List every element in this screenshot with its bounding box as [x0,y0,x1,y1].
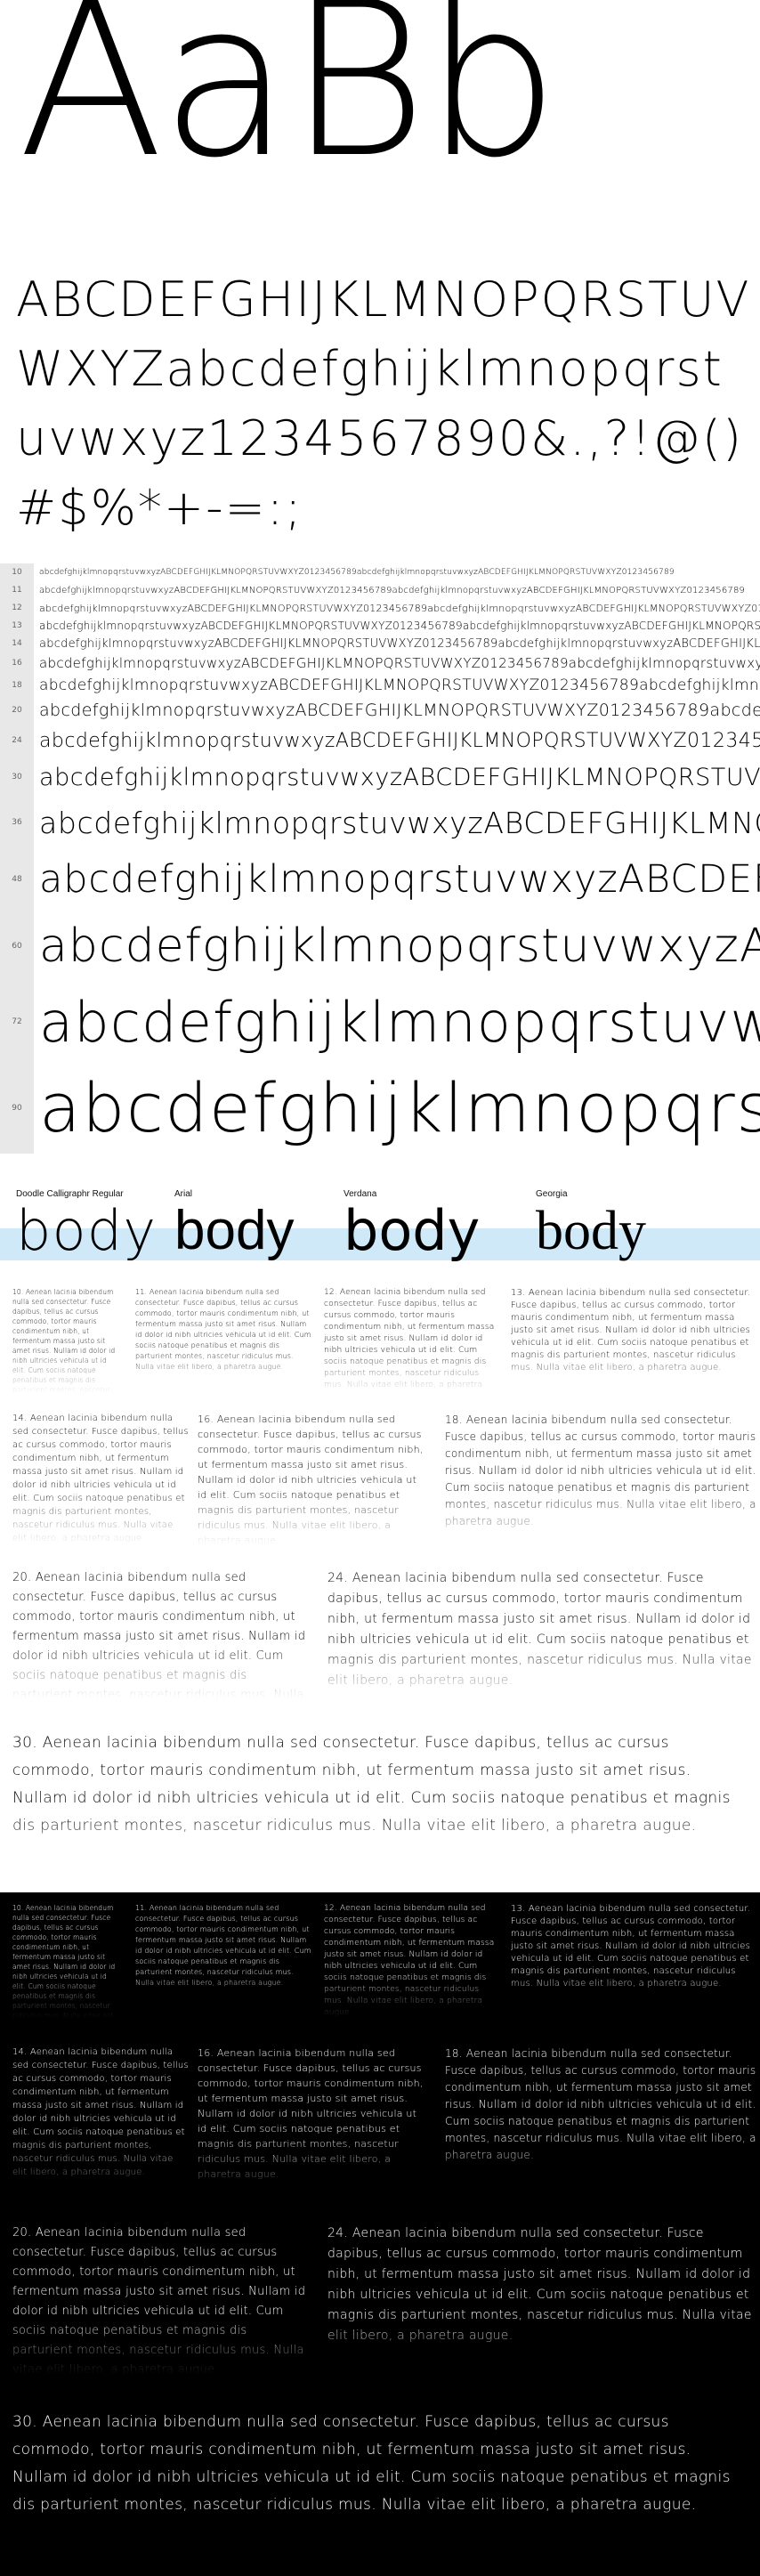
waterfall-row: 30 abcdefghijklmnopqrstuvwxyzABCDEFGHIJKL… [0,757,760,797]
waterfall-size-label: 16 [0,652,34,674]
specimen-dark: 10. Aenean lacinia bibendum nulla sed co… [0,1892,760,2576]
specimen-paragraph: 13. Aenean lacinia bibendum nulla sed co… [511,1287,751,1394]
specimen-paragraph: 11. Aenean lacinia bibendum nulla sed co… [135,1903,313,2019]
specimen-paragraph: 24. Aenean lacinia bibendum nulla sed co… [327,2224,755,2375]
specimen-paragraph: 24. Aenean lacinia bibendum nulla sed co… [327,1568,755,1698]
compare-word-arial: body [174,1200,295,1261]
waterfall-row: 60abcdefghijklmnopqrstuvwxyzABCDEFGHIJKL… [0,911,760,982]
waterfall-row: 24 abcdefghijklmnopqrstuvwxyzABCDEFGHIJKL… [0,724,760,757]
waterfall-row: 16 abcdefghijklmnopqrstuvwxyzABCDEFGHIJKL… [0,652,760,674]
waterfall-size-label: 10 [0,563,34,581]
waterfall-size-label: 36 [0,797,34,848]
waterfall-sample: abcdefghijklmnopqrstuvwxyzABCDEFGHIJKLMN… [39,585,746,595]
waterfall-row: 10 abcdefghijklmnopqrstuvwxyzABCDEFGHIJKL… [0,563,760,581]
waterfall-size-label: 24 [0,724,34,757]
compare-label-arial: Arial [174,1189,193,1199]
specimen-paragraph: 14. Aenean lacinia bibendum nulla sed co… [12,1412,190,1545]
waterfall-sample: abcdefghijklmnopqrstuvwxyzABCDEFGHIJKLMN… [39,676,760,694]
waterfall-sample: abcdefghijklmnopqrstuvwxyzABCDEFGHIJKLMN… [39,701,760,720]
compare-word-georgia: body [536,1201,646,1261]
specimen-paragraph: 20. Aenean lacinia bibendum nulla sed co… [12,1568,306,1698]
waterfall-row: 14 abcdefghijklmnopqrstuvwxyzABCDEFGHIJKL… [0,635,760,652]
specimen-paragraph: 10. Aenean lacinia bibendum nulla sed co… [12,1903,119,2019]
font-specimen-page: AaBb ABCDEFGHIJKLMNOPQRSTUVWXYZabcdefghi… [0,0,760,2576]
specimen-paragraph: 16. Aenean lacinia bibendum nulla sed co… [198,1412,429,1545]
waterfall-sample: abcdefghijklmnopqrstuvwxyzABCDEFGHIJKLMN… [39,989,760,1055]
size-waterfall: 10 abcdefghijklmnopqrstuvwxyzABCDEFGHIJKL… [0,563,760,1154]
font-comparison: Doodle Calligraphr Regular Arial Verdana… [0,1184,760,1273]
waterfall-row: 72abcdefghijklmnopqrstuvwxyzABCDEFGHIJKL… [0,982,760,1062]
waterfall-sample: abcdefghijklmnopqrstuvwxyzABCDEFGHIJKLMN… [39,763,760,791]
specimen-paragraph: 30. Aenean lacinia bibendum nulla sed co… [12,1729,751,1872]
waterfall-sample: abcdefghijklmnopqrstuvwxyzABCDEFGHIJKLMN… [39,568,675,577]
waterfall-size-label: 12 [0,599,34,617]
specimen-paragraph: 11. Aenean lacinia bibendum nulla sed co… [135,1287,313,1394]
waterfall-size-label: 30 [0,757,34,797]
specimen-paragraph: 13. Aenean lacinia bibendum nulla sed co… [511,1903,751,2019]
specimen-paragraph: 18. Aenean lacinia bibendum nulla sed co… [445,2045,756,2197]
specimen-paragraph: 18. Aenean lacinia bibendum nulla sed co… [445,1412,756,1545]
waterfall-sample: abcdefghijklmnopqrstuvwxyzABCDEFGHIJKLMN… [39,602,760,614]
waterfall-row: 18 abcdefghijklmnopqrstuvwxyzABCDEFGHIJKL… [0,674,760,697]
compare-label-georgia: Georgia [536,1189,568,1199]
waterfall-size-label: 60 [0,911,34,982]
waterfall-size-label: 14 [0,635,34,652]
specimen-paragraph: 16. Aenean lacinia bibendum nulla sed co… [198,2045,429,2197]
waterfall-sample: abcdefghijklmnopqrstuvwxyzABCDEFGHIJKLMN… [39,636,760,651]
waterfall-size-label: 72 [0,982,34,1062]
waterfall-sample: abcdefghijklmnopqrstuvwxyzABCDEFGHIJKLMN… [39,857,760,902]
waterfall-row: 36 abcdefghijklmnopqrstuvwxyzABCDEFGHIJKL… [0,797,760,848]
character-set: ABCDEFGHIJKLMNOPQRSTUVWXYZabcdefghijklmn… [16,271,751,536]
waterfall-size-label: 20 [0,697,34,724]
compare-word-verdana: body [344,1198,481,1263]
waterfall-sample: abcdefghijklmnopqrstuvwxyzABCDEFGHIJKLMN… [39,1068,760,1147]
waterfall-row: 12 abcdefghijklmnopqrstuvwxyzABCDEFGHIJKL… [0,599,760,617]
specimen-paragraph: 12. Aenean lacinia bibendum nulla sed co… [324,1903,502,2019]
specimen-paragraph: 10. Aenean lacinia bibendum nulla sed co… [12,1287,119,1394]
waterfall-size-label: 13 [0,617,34,635]
specimen-paragraph: 14. Aenean lacinia bibendum nulla sed co… [12,2045,190,2197]
waterfall-row: 90abcdefghijklmnopqrstuvwxyzABCDEFGHIJKL… [0,1062,760,1154]
specimen-paragraph: 30. Aenean lacinia bibendum nulla sed co… [12,2409,751,2569]
waterfall-sample: abcdefghijklmnopqrstuvwxyzABCDEFGHIJKLMN… [39,729,760,752]
waterfall-row: 13 abcdefghijklmnopqrstuvwxyzABCDEFGHIJKL… [0,617,760,635]
waterfall-row: 48abcdefghijklmnopqrstuvwxyzABCDEFGHIJKL… [0,848,760,911]
waterfall-sample: abcdefghijklmnopqrstuvwxyzABCDEFGHIJKLMN… [39,805,760,840]
specimen-paragraph: 20. Aenean lacinia bibendum nulla sed co… [12,2224,306,2375]
compare-word-doodle: body [16,1198,158,1263]
hero-section: AaBb ABCDEFGHIJKLMNOPQRSTUVWXYZabcdefghi… [0,0,760,561]
waterfall-row: 20 abcdefghijklmnopqrstuvwxyzABCDEFGHIJKL… [0,697,760,724]
waterfall-sample: abcdefghijklmnopqrstuvwxyzABCDEFGHIJKLMN… [39,919,760,973]
hero-glyph: AaBb [18,0,560,205]
waterfall-size-label: 90 [0,1062,34,1154]
waterfall-row: 11 abcdefghijklmnopqrstuvwxyzABCDEFGHIJKL… [0,581,760,599]
specimen-light: 10. Aenean lacinia bibendum nulla sed co… [0,1280,760,1892]
waterfall-size-label: 11 [0,581,34,599]
waterfall-sample: abcdefghijklmnopqrstuvwxyzABCDEFGHIJKLMN… [39,620,760,632]
waterfall-size-label: 48 [0,848,34,911]
waterfall-sample: abcdefghijklmnopqrstuvwxyzABCDEFGHIJKLMN… [39,655,760,671]
waterfall-size-label: 18 [0,674,34,697]
specimen-paragraph: 12. Aenean lacinia bibendum nulla sed co… [324,1287,502,1394]
